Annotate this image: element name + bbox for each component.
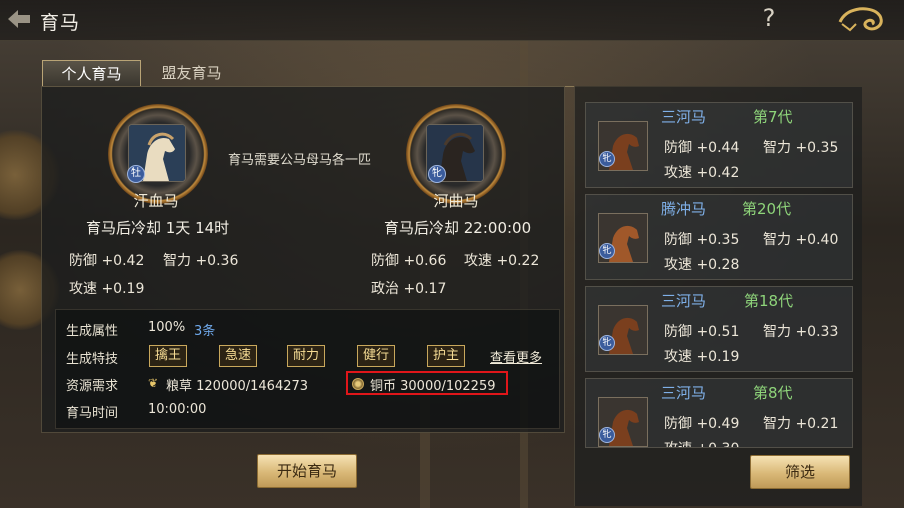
gender-badge: 牝: [599, 335, 615, 351]
male-horse-stat: 智力 +0.36: [163, 253, 239, 269]
resource-label: 资源需求: [66, 379, 119, 394]
horse-breed-name: 腾冲马: [661, 200, 707, 218]
skill-label: 生成特技: [66, 352, 119, 367]
horse-stat: 攻速 +0.19: [664, 349, 740, 365]
horse-breed-name: 三河马: [661, 292, 707, 310]
male-gender-badge: 牡: [127, 165, 145, 183]
breeding-result-box: [55, 309, 560, 429]
grain-requirement: 粮草 120000/1464273: [166, 379, 309, 394]
horse-list-item[interactable]: 牝 三河马 第8代 防御 +0.49 智力 +0.21 攻速 +0.30: [585, 378, 853, 448]
male-horse-stat: 防御 +0.42: [69, 253, 145, 269]
horse-stat: 防御 +0.35: [664, 232, 740, 248]
attr-count: 3条: [194, 324, 216, 339]
breeding-requirement-note: 育马需要公马母马各一匹: [228, 153, 372, 168]
horse-breed-name: 三河马: [661, 384, 707, 402]
horse-list-item[interactable]: 牝 腾冲马 第20代 防御 +0.35 智力 +0.40 攻速 +0.28: [585, 194, 853, 280]
female-horse-stat: 防御 +0.66: [371, 253, 447, 269]
view-more-link[interactable]: 查看更多: [490, 347, 542, 366]
grain-icon: ❦: [148, 376, 159, 390]
skill-badge[interactable]: 护主: [427, 345, 466, 367]
female-horse-cooldown: 育马后冷却 22:00:00: [384, 219, 532, 237]
dragon-icon[interactable]: [836, 4, 888, 36]
horse-stat: 防御 +0.44: [664, 140, 740, 156]
tab-personal-breeding[interactable]: 个人育马: [42, 60, 141, 87]
female-horse-stat: 攻速 +0.22: [464, 253, 540, 269]
time-label: 育马时间: [66, 406, 119, 421]
gender-badge: 牝: [599, 151, 615, 167]
horse-generation: 第20代: [742, 200, 792, 218]
horse-stat: 防御 +0.49: [664, 416, 740, 432]
horse-stat: 智力 +0.21: [763, 416, 839, 432]
back-icon[interactable]: [4, 4, 34, 34]
page-title: 育马: [40, 12, 81, 34]
gender-badge: 牝: [599, 427, 615, 443]
horse-breed-name: 三河马: [661, 108, 707, 126]
horse-stat: 防御 +0.51: [664, 324, 740, 340]
copper-highlight-box: [346, 371, 508, 395]
horse-stat: 智力 +0.35: [763, 140, 839, 156]
horse-list-item[interactable]: 牝 三河马 第18代 防御 +0.51 智力 +0.33 攻速 +0.19: [585, 286, 853, 372]
female-horse-name: 河曲马: [433, 192, 479, 210]
help-icon[interactable]: ?: [758, 4, 780, 32]
skill-badge[interactable]: 擒王: [149, 345, 188, 367]
male-horse-cooldown: 育马后冷却 1天 14时: [86, 219, 230, 237]
filter-button[interactable]: 筛选: [750, 455, 850, 489]
horse-stat: 智力 +0.40: [763, 232, 839, 248]
horse-stat: 智力 +0.33: [763, 324, 839, 340]
start-breeding-button[interactable]: 开始育马: [257, 454, 357, 488]
horse-generation: 第18代: [744, 292, 794, 310]
attr-percent: 100%: [148, 320, 186, 335]
horse-generation: 第8代: [753, 384, 793, 402]
female-gender-badge: 牝: [428, 165, 446, 183]
horse-stat: 攻速 +0.42: [664, 165, 740, 181]
skill-badge[interactable]: 耐力: [287, 345, 326, 367]
attr-label: 生成属性: [66, 324, 119, 339]
skill-badge[interactable]: 健行: [357, 345, 396, 367]
horse-stat: 攻速 +0.28: [664, 257, 740, 273]
gender-badge: 牝: [599, 243, 615, 259]
male-horse-stat: 攻速 +0.19: [69, 281, 145, 297]
skill-badge[interactable]: 急速: [219, 345, 258, 367]
horse-list-item[interactable]: 牝 三河马 第7代 防御 +0.44 智力 +0.35 攻速 +0.42: [585, 102, 853, 188]
male-horse-name: 汗血马: [133, 192, 179, 210]
top-bar: 育马 ?: [0, 0, 904, 41]
tab-alliance-breeding[interactable]: 盟友育马: [143, 60, 240, 86]
female-horse-stat: 政治 +0.17: [371, 281, 447, 297]
breeding-time: 10:00:00: [148, 402, 207, 417]
horse-generation: 第7代: [753, 108, 793, 126]
horse-stat: 攻速 +0.30: [664, 438, 739, 447]
